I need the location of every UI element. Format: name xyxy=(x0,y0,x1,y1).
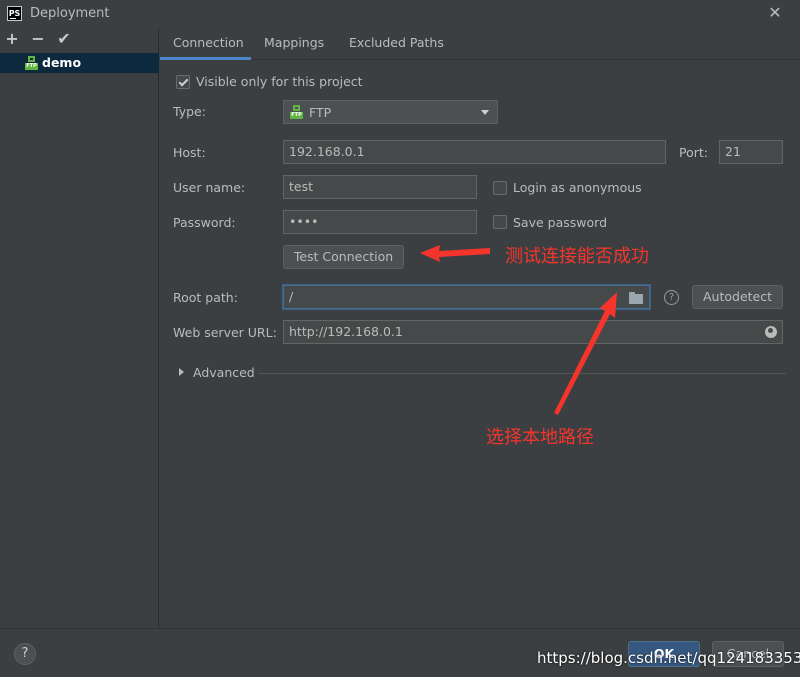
web-server-url-input[interactable]: http://192.168.0.1 xyxy=(283,320,783,344)
remove-server-button[interactable]: − xyxy=(30,30,46,48)
server-list-panel: + − ✔ FTP demo xyxy=(0,28,159,628)
root-path-label: Root path: xyxy=(173,290,238,305)
globe-open-url-icon[interactable] xyxy=(765,326,777,338)
arrow-to-test-connection xyxy=(420,245,490,262)
visible-only-label: Visible only for this project xyxy=(196,74,363,89)
root-path-annotation: 选择本地路径 xyxy=(486,427,594,448)
help-icon[interactable]: ? xyxy=(14,643,36,665)
phpstorm-app-icon: PS xyxy=(7,6,22,21)
ftp-icon: FTP xyxy=(290,105,303,119)
tab-connection[interactable]: Connection xyxy=(160,35,251,60)
login-anonymous-checkbox[interactable] xyxy=(493,181,507,195)
tab-excluded-paths[interactable]: Excluded Paths xyxy=(349,35,444,60)
type-select[interactable]: FTP FTP xyxy=(283,100,498,124)
password-input[interactable]: •••• xyxy=(283,210,477,234)
password-label: Password: xyxy=(173,215,236,230)
type-label: Type: xyxy=(173,104,206,119)
window-title: Deployment xyxy=(30,6,110,21)
server-list-toolbar: + − ✔ xyxy=(0,28,159,52)
user-name-input[interactable]: test xyxy=(283,175,477,199)
save-password-label: Save password xyxy=(513,215,608,230)
user-name-label: User name: xyxy=(173,180,246,195)
tab-bar: Connection Mappings Excluded Paths xyxy=(160,28,800,60)
folder-browse-icon[interactable] xyxy=(629,292,643,304)
server-list-item-demo[interactable]: FTP demo xyxy=(0,53,159,73)
root-path-value: / xyxy=(289,289,294,304)
title-bar: PS Deployment ✕ xyxy=(0,0,800,28)
help-icon[interactable]: ? xyxy=(664,290,679,305)
host-input[interactable]: 192.168.0.1 xyxy=(283,140,666,164)
type-value: FTP xyxy=(309,105,332,120)
root-path-input[interactable]: / xyxy=(283,285,650,309)
arrow-to-folder-icon xyxy=(554,292,617,415)
apply-check-button[interactable]: ✔ xyxy=(56,30,72,48)
server-name: demo xyxy=(42,55,82,70)
save-password-checkbox[interactable] xyxy=(493,215,507,229)
watermark: https://blog.csdn.net/qq1241833536 xyxy=(537,649,800,667)
ftp-server-icon: FTP xyxy=(25,56,38,70)
port-input[interactable]: 21 xyxy=(719,140,783,164)
test-connection-annotation: 测试连接能否成功 xyxy=(505,246,649,267)
login-anonymous-label: Login as anonymous xyxy=(513,180,642,195)
add-server-button[interactable]: + xyxy=(4,30,20,48)
host-label: Host: xyxy=(173,145,206,160)
visible-only-checkbox[interactable] xyxy=(176,75,190,89)
close-icon[interactable]: ✕ xyxy=(766,4,784,22)
test-connection-button[interactable]: Test Connection xyxy=(283,245,404,269)
expand-arrow-icon[interactable] xyxy=(179,368,184,376)
tab-mappings[interactable]: Mappings xyxy=(264,35,324,60)
dialog-footer: ? OK Cancel https://blog.csdn.net/qq1241… xyxy=(0,628,800,677)
web-server-url-label: Web server URL: xyxy=(173,325,277,340)
advanced-separator xyxy=(258,373,786,374)
advanced-section-toggle[interactable]: Advanced xyxy=(193,365,255,380)
autodetect-button[interactable]: Autodetect xyxy=(692,285,783,309)
port-label: Port: xyxy=(679,145,708,160)
chevron-down-icon xyxy=(481,110,489,115)
